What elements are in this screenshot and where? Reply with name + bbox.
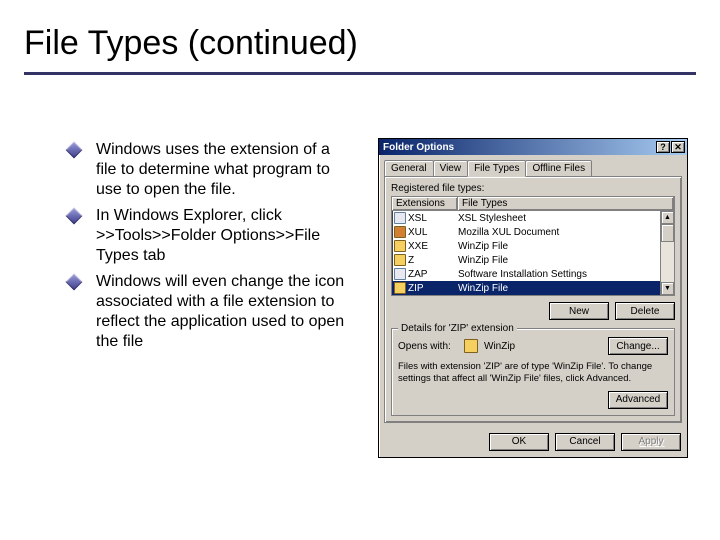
scroll-down-icon[interactable]: ▼ [661,282,674,295]
list-item: Windows uses the extension of a file to … [68,140,354,200]
folder-options-dialog: Folder Options ? ✕ General View File Typ… [378,138,688,458]
delete-button[interactable]: Delete [615,302,675,320]
ok-button[interactable]: OK [489,433,549,451]
table-row[interactable]: ZIP WinZip File [392,281,674,295]
row-ext: XUL [408,227,458,238]
groupbox-title: Details for 'ZIP' extension [398,323,517,334]
diamond-icon [66,274,83,291]
dialog-title: Folder Options [381,142,655,153]
file-icon [394,282,406,294]
title-underline [24,72,696,75]
tab-file-types[interactable]: File Types [467,160,526,177]
scroll-thumb[interactable] [661,224,674,242]
row-ext: Z [408,255,458,266]
row-type: WinZip File [458,255,674,266]
tab-offline-files[interactable]: Offline Files [525,160,592,176]
header-extensions[interactable]: Extensions [392,197,458,210]
bullet-text: Windows will even change the icon associ… [96,273,344,350]
tab-panel: Registered file types: Extensions File T… [384,176,682,423]
header-file-types[interactable]: File Types [458,197,674,210]
advanced-button[interactable]: Advanced [608,391,668,409]
opens-with-app: WinZip [484,341,602,352]
table-row[interactable]: XSL XSL Stylesheet [392,211,674,225]
table-row[interactable]: XXE WinZip File [392,239,674,253]
change-button[interactable]: Change... [608,337,668,355]
bullet-text: Windows uses the extension of a file to … [96,141,330,198]
list-item: In Windows Explorer, click >>Tools>>Fold… [68,206,354,266]
apply-button[interactable]: Apply [621,433,681,451]
scrollbar[interactable]: ▲ ▼ [660,211,674,295]
file-icon [394,212,406,224]
row-type: WinZip File [458,283,674,294]
file-icon [394,240,406,252]
bullet-text: In Windows Explorer, click >>Tools>>Fold… [96,207,320,264]
close-button[interactable]: ✕ [671,141,685,153]
advanced-row: Advanced [398,391,668,409]
file-types-listbox[interactable]: Extensions File Types XSL XSL Stylesheet… [391,196,675,296]
list-item: Windows will even change the icon associ… [68,272,354,352]
details-groupbox: Details for 'ZIP' extension Opens with: … [391,328,675,416]
dialog-titlebar[interactable]: Folder Options ? ✕ [379,139,687,155]
list-buttons: New Delete [391,302,675,320]
winzip-icon [464,339,478,353]
bullet-list: Windows uses the extension of a file to … [68,140,354,358]
row-ext: XXE [408,241,458,252]
list-headers: Extensions File Types [392,197,674,211]
scroll-up-icon[interactable]: ▲ [661,211,674,224]
row-type: Software Installation Settings [458,269,674,280]
table-row[interactable]: ZAP Software Installation Settings [392,267,674,281]
opens-with-label: Opens with: [398,341,458,352]
details-hint: Files with extension 'ZIP' are of type '… [398,361,668,385]
dialog-footer: OK Cancel Apply [379,428,687,457]
cancel-button[interactable]: Cancel [555,433,615,451]
diamond-icon [66,208,83,225]
diamond-icon [66,142,83,159]
tab-general[interactable]: General [384,160,434,176]
table-row[interactable]: XUL Mozilla XUL Document [392,225,674,239]
row-type: Mozilla XUL Document [458,227,674,238]
tab-strip: General View File Types Offline Files [384,160,682,176]
help-button[interactable]: ? [656,141,670,153]
tab-view[interactable]: View [433,160,469,176]
table-row[interactable]: Z WinZip File [392,253,674,267]
row-ext: ZIP [408,283,458,294]
row-type: WinZip File [458,241,674,252]
row-ext: ZAP [408,269,458,280]
file-icon [394,254,406,266]
registered-types-label: Registered file types: [391,183,675,194]
opens-with-row: Opens with: WinZip Change... [398,337,668,355]
file-icon [394,226,406,238]
file-icon [394,268,406,280]
new-button[interactable]: New [549,302,609,320]
row-type: XSL Stylesheet [458,213,674,224]
slide-title: File Types (continued) [24,24,358,63]
list-rows: XSL XSL Stylesheet XUL Mozilla XUL Docum… [392,211,674,295]
row-ext: XSL [408,213,458,224]
